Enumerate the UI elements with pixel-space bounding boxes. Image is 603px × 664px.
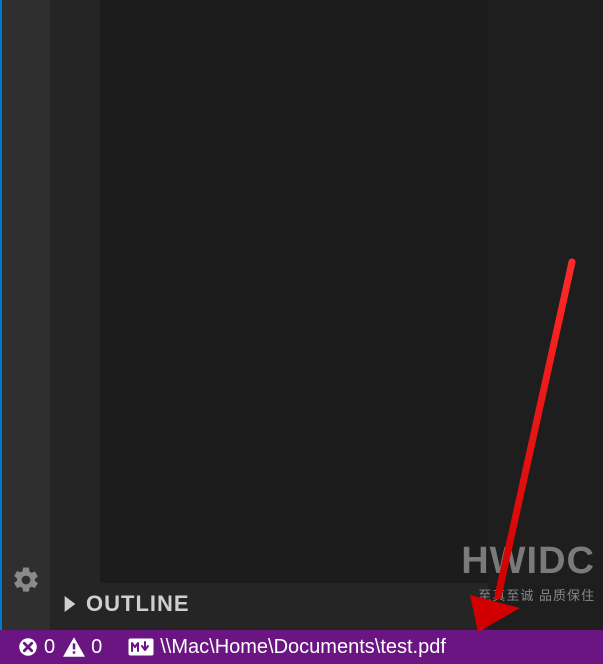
status-file[interactable]: \\Mac\Home\Documents\test.pdf (128, 636, 446, 659)
status-bar: 0 0 \\Mac\Home\Documents\test.pdf (0, 630, 603, 664)
app-root: OUTLINE HWIDC 至真至诚 品质保住 0 0 (0, 0, 603, 664)
warning-triangle-icon (63, 637, 85, 657)
panel-content-area (100, 0, 488, 583)
status-errors[interactable]: 0 (18, 636, 55, 659)
markdown-icon (128, 638, 154, 656)
file-path: \\Mac\Home\Documents\test.pdf (160, 636, 446, 659)
editor-area (488, 0, 603, 630)
error-circle-icon (18, 637, 38, 657)
chevron-right-icon (64, 596, 76, 612)
errors-count: 0 (44, 636, 55, 659)
activity-bar (0, 0, 50, 630)
outline-label: OUTLINE (86, 591, 190, 617)
gear-icon (11, 565, 41, 595)
settings-button[interactable] (10, 564, 42, 596)
status-warnings[interactable]: 0 (63, 636, 102, 659)
warnings-count: 0 (91, 636, 102, 659)
side-panel: OUTLINE (50, 0, 488, 630)
outline-section-header[interactable]: OUTLINE (50, 584, 488, 624)
